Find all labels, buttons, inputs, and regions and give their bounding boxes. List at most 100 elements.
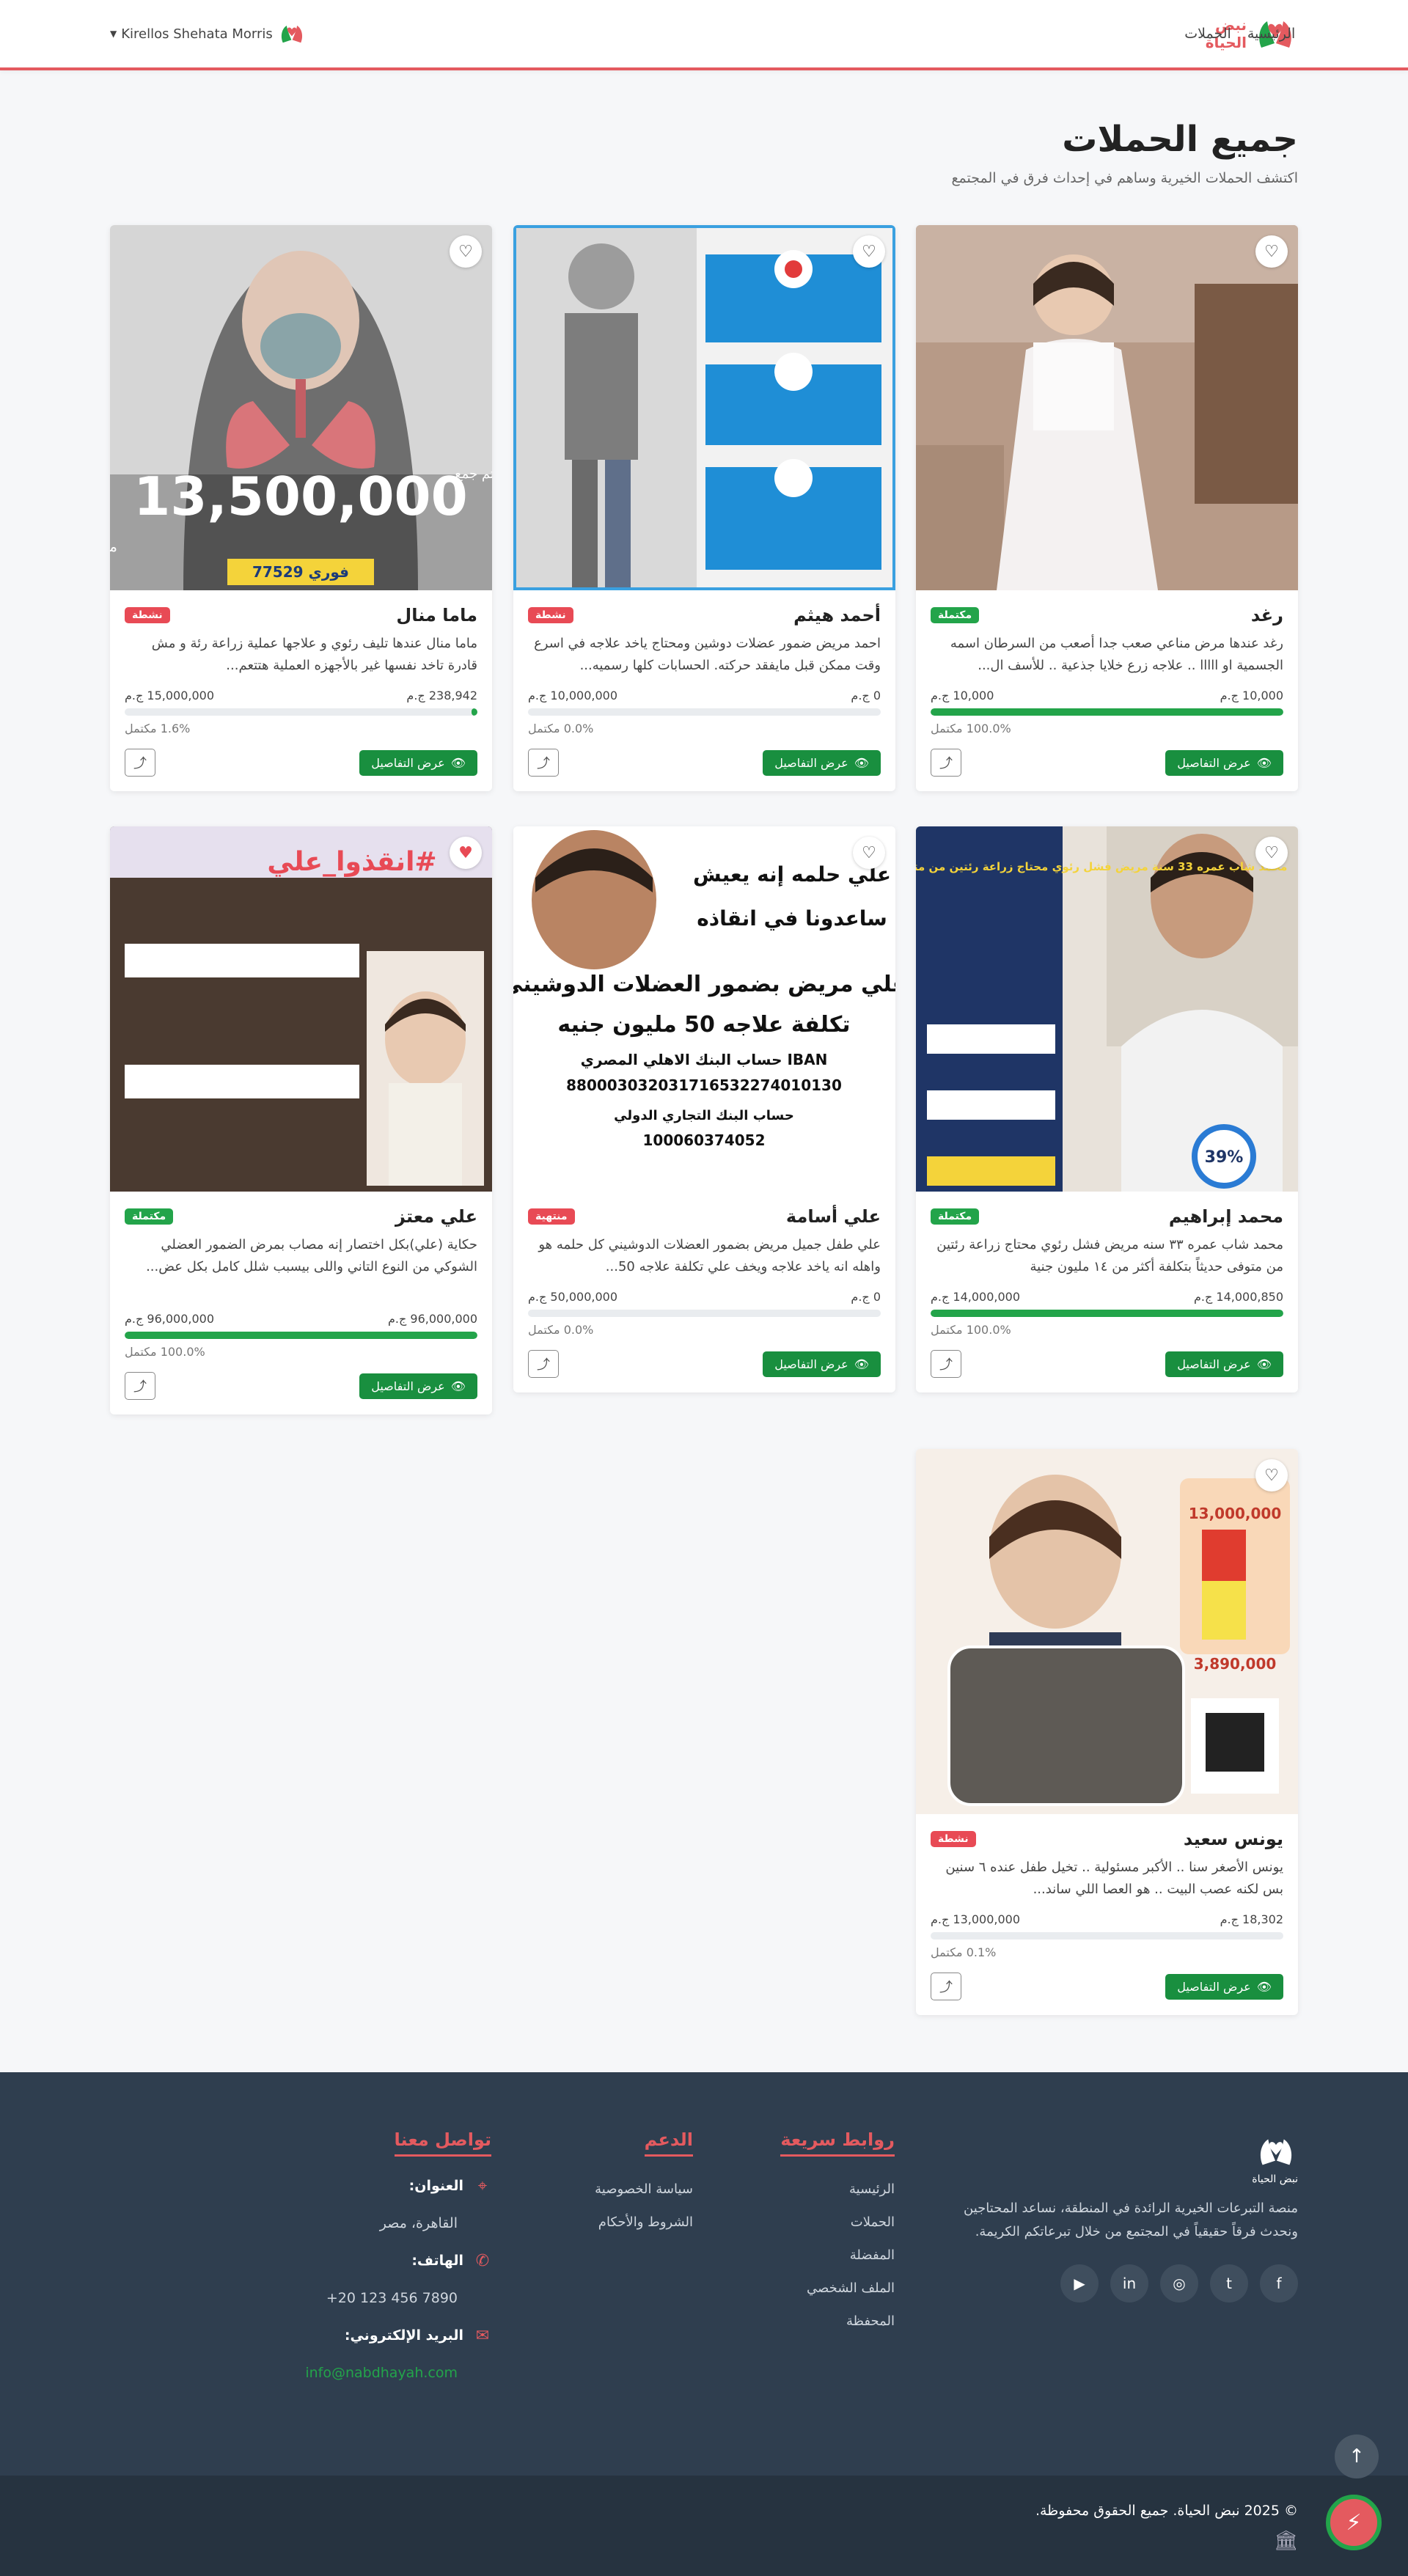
poster-iban-number: 880003032031716532274010130 xyxy=(566,1076,842,1094)
percent-label: 0.0% مكتمل xyxy=(528,1323,594,1337)
view-details-button[interactable]: 👁 عرض التفاصيل xyxy=(1165,1973,1283,2000)
footer-link-privacy[interactable]: سياسة الخصوصية xyxy=(595,2173,693,2206)
phone-label: الهاتف: xyxy=(411,2253,463,2269)
footer-link-terms[interactable]: الشروط والأحكام xyxy=(595,2206,693,2239)
percent-label: 100.0% مكتمل xyxy=(931,1323,1011,1337)
campaign-card: #انقذوا_علي ♥ علي معتز مكتملة حكاية (علي… xyxy=(110,826,492,1414)
campaign-name: علي معتز xyxy=(395,1206,477,1227)
campaign-description: علي طفل جميل مريض بضمور العضلات الدوشيني… xyxy=(538,1237,881,1274)
share-button[interactable]: ⤴ xyxy=(125,749,155,777)
campaign-card: 13,000,000 3,890,000 ♡ يونس سعيد نشطة يو… xyxy=(916,1449,1298,2015)
progress-bar xyxy=(931,1310,1283,1317)
share-button[interactable]: ⤴ xyxy=(528,1350,559,1378)
twitter-icon[interactable]: t xyxy=(1210,2264,1248,2302)
address-value: القاهرة، مصر xyxy=(379,2215,458,2231)
share-button[interactable]: ⤴ xyxy=(931,749,961,777)
progress-fill xyxy=(931,1310,1283,1317)
view-details-button[interactable]: 👁 عرض التفاصيل xyxy=(763,1351,881,1377)
progress-bar xyxy=(931,1932,1283,1940)
progress-fill xyxy=(125,1332,477,1339)
status-badge: مكتملة xyxy=(931,1208,980,1225)
user-menu-dropdown[interactable]: ▼ Kirellos Shehata Morris xyxy=(110,19,307,48)
campaign-photo-baby-poster: #انقذوا_علي xyxy=(110,826,492,1192)
footer-link-favorites[interactable]: المفضلة xyxy=(780,2239,895,2272)
image-raised-number: 3,890,000 xyxy=(1194,1655,1277,1673)
campaign-name: أحمد هيثم xyxy=(793,605,881,625)
nav-link-home[interactable]: الرئيسية xyxy=(1247,26,1295,42)
view-details-button[interactable]: 👁 عرض التفاصيل xyxy=(359,749,477,776)
favorite-heart-button[interactable]: ♡ xyxy=(450,235,482,268)
campaign-name: رغد xyxy=(1250,605,1283,625)
footer-support-title: الدعم xyxy=(644,2129,693,2157)
view-details-button[interactable]: 👁 عرض التفاصيل xyxy=(1165,749,1283,776)
campaign-image[interactable]: ♡ xyxy=(513,225,895,590)
instagram-icon[interactable]: ◎ xyxy=(1160,2264,1198,2302)
image-percent: 39% xyxy=(1205,1148,1244,1167)
share-icon: ⤴ xyxy=(939,1357,953,1373)
favorite-heart-button[interactable]: ♡ xyxy=(1255,837,1288,869)
facebook-icon[interactable]: f xyxy=(1260,2264,1298,2302)
campaign-image[interactable]: 13,000,000 3,890,000 ♡ xyxy=(916,1449,1298,1814)
footer-link-profile[interactable]: الملف الشخصي xyxy=(780,2272,895,2305)
favorite-heart-button[interactable]: ♡ xyxy=(1255,235,1288,268)
campaign-image[interactable]: ♡ xyxy=(916,225,1298,590)
view-details-button[interactable]: 👁 عرض التفاصيل xyxy=(359,1373,477,1399)
email-link[interactable]: info@nabdhayah.com xyxy=(242,2365,458,2381)
footer-link-wallet[interactable]: المحفظة xyxy=(780,2305,895,2338)
campaign-description: حكاية (علي)بكل اختصار إنه مصاب بمرض الضم… xyxy=(146,1237,477,1274)
footer-link-campaigns[interactable]: الحملات xyxy=(780,2206,895,2239)
page-subtitle: اكتشف الحملات الخيرية وساهم في إحداث فرق… xyxy=(951,170,1298,186)
favorite-heart-button[interactable]: ♥ xyxy=(450,837,482,869)
favorite-heart-button[interactable]: ♡ xyxy=(1255,1459,1288,1491)
nav-link-campaigns[interactable]: الحملات xyxy=(1184,26,1231,42)
bolt-icon: ⚡ xyxy=(1346,2509,1362,2536)
details-label: عرض التفاصيل xyxy=(774,1357,848,1371)
campaign-card: 13,500,000 تم جمع من إجمالي 15 مليون فور… xyxy=(110,225,492,791)
favorite-heart-button[interactable]: ♡ xyxy=(853,837,885,869)
campaign-description: رغد عندها مرض مناعي صعب جدا أصعب من السر… xyxy=(950,636,1283,673)
footer-contact: تواصل معنا ⌖ العنوان: القاهرة، مصر ✆ الهات… xyxy=(242,2129,491,2381)
campaign-photo-child-fundraiser: 13,000,000 3,890,000 xyxy=(916,1449,1298,1814)
quick-donate-fab[interactable]: ⚡ xyxy=(1326,2495,1382,2550)
share-button[interactable]: ⤴ xyxy=(125,1372,155,1400)
footer-link-home[interactable]: الرئيسية xyxy=(780,2173,895,2206)
youtube-icon[interactable]: ▶ xyxy=(1060,2264,1099,2302)
eye-icon: 👁 xyxy=(1256,755,1272,770)
favorite-heart-button[interactable]: ♡ xyxy=(853,235,885,268)
heart-icon: ♥ xyxy=(458,843,473,862)
view-details-button[interactable]: 👁 عرض التفاصيل xyxy=(763,749,881,776)
campaign-image[interactable]: 13,500,000 تم جمع من إجمالي 15 مليون فور… xyxy=(110,225,492,590)
footer-about-text: منصة التبرعات الخيرية الرائدة في المنطقة… xyxy=(964,2201,1298,2239)
image-collected-label: تم جمع xyxy=(455,466,492,482)
share-icon: ⤴ xyxy=(537,1357,550,1373)
status-badge: نشطة xyxy=(125,607,170,623)
campaign-name: محمد إبراهيم xyxy=(1168,1206,1283,1227)
progress-bar xyxy=(125,708,477,716)
share-button[interactable]: ⤴ xyxy=(931,1350,961,1378)
heart-icon: ♡ xyxy=(862,242,876,261)
campaign-photo-lungs-illustration: 13,500,000 تم جمع من إجمالي 15 مليون فور… xyxy=(110,225,492,590)
details-label: عرض التفاصيل xyxy=(1177,1979,1251,1994)
eye-icon: 👁 xyxy=(450,755,466,770)
share-button[interactable]: ⤴ xyxy=(528,749,559,777)
goal-amount: 10,000 ج.م xyxy=(931,689,994,702)
footer-logo-icon xyxy=(1260,2139,1292,2165)
campaign-image[interactable]: #انقذوا_علي ♥ xyxy=(110,826,492,1192)
campaign-image[interactable]: محمد شاب عمره 33 سنة مريض فشل رئوي محتاج… xyxy=(916,826,1298,1192)
eye-icon: 👁 xyxy=(450,1379,466,1393)
view-details-button[interactable]: 👁 عرض التفاصيل xyxy=(1165,1351,1283,1377)
poster-cib-label: حساب البنك التجاري الدولي xyxy=(614,1108,794,1123)
campaign-photo-boy-poster: علي حلمه إنه يعيش ساعدونا في انقاذه علي … xyxy=(513,826,895,1192)
image-story-text: محمد شاب عمره 33 سنة مريض فشل رئوي محتاج… xyxy=(916,859,1287,874)
campaign-name: يونس سعيد xyxy=(1183,1829,1283,1849)
scroll-to-top-button[interactable]: ↑ xyxy=(1335,2434,1379,2478)
raised-amount: 96,000,000 ج.م xyxy=(387,1312,477,1326)
navbar: نبض الحياة الرئيسية الحملات ▼ Kirellos S… xyxy=(0,0,1408,70)
progress-fill xyxy=(931,708,1283,716)
campaign-image[interactable]: علي حلمه إنه يعيش ساعدونا في انقاذه علي … xyxy=(513,826,895,1192)
progress-bar xyxy=(528,1310,881,1317)
footer-quick-links: روابط سريعة الرئيسية الحملات المفضلة الم… xyxy=(780,2129,895,2338)
linkedin-icon[interactable]: in xyxy=(1110,2264,1148,2302)
heart-icon: ♡ xyxy=(1264,843,1279,862)
share-button[interactable]: ⤴ xyxy=(931,1973,961,2000)
